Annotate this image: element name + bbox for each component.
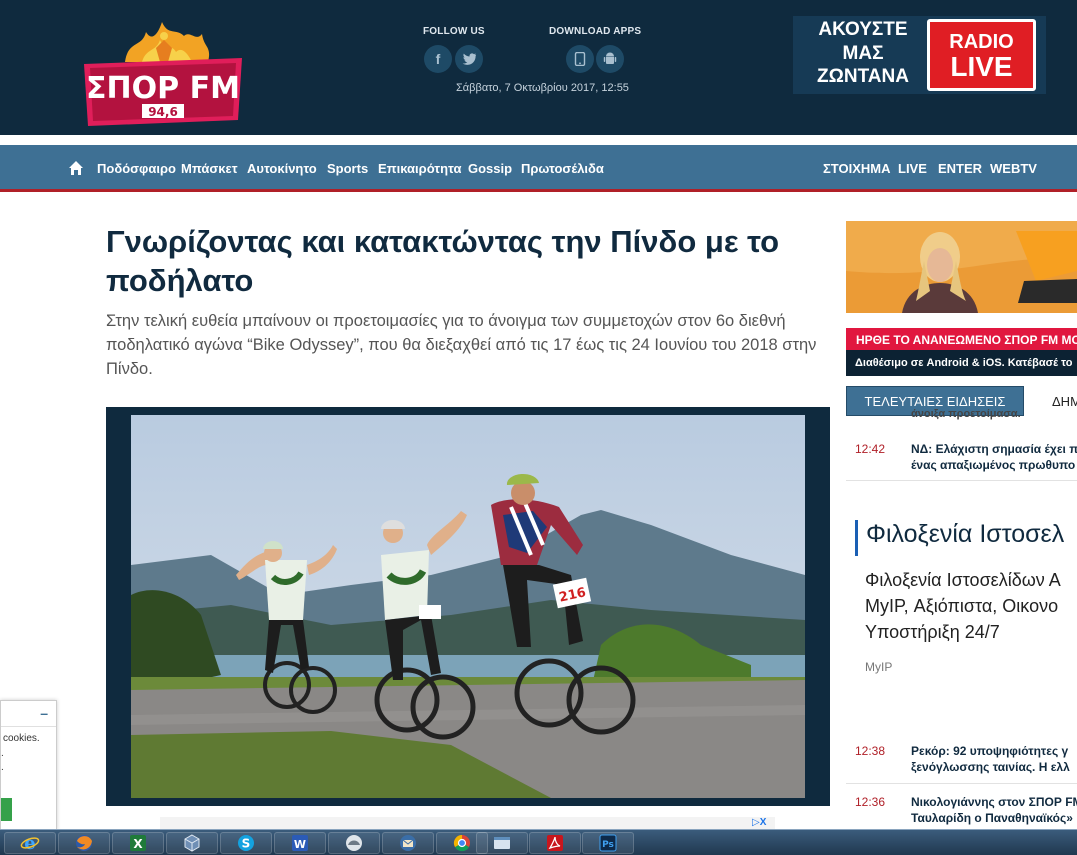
logo-flame bbox=[125, 22, 210, 62]
firefox-icon[interactable] bbox=[58, 832, 110, 854]
cookie-minimize-button[interactable]: – bbox=[40, 705, 48, 721]
follow-us-label: FOLLOW US bbox=[423, 26, 485, 37]
photoshop-letter: Ps bbox=[602, 840, 614, 850]
windows-taskbar: e X S W Ps bbox=[0, 829, 1077, 855]
apple-icon[interactable] bbox=[566, 45, 594, 73]
android-icon[interactable] bbox=[596, 45, 624, 73]
news-title-line-2: ένας απαξιωμένος πρωθυπο bbox=[911, 458, 1076, 472]
ad-source[interactable]: MyIP bbox=[865, 660, 892, 674]
ad-body-line-3: Υποστήριξη 24/7 bbox=[865, 622, 1000, 642]
main-nav: Ποδόσφαιρο Μπάσκετ Αυτοκίνητο Sports Επι… bbox=[0, 145, 1077, 192]
cookie-notice: – cookies. . . bbox=[0, 700, 57, 830]
cookie-header: – bbox=[1, 701, 56, 727]
news-title-line-1: ΝΔ: Ελάχιστη σημασία έχει π bbox=[911, 442, 1077, 456]
news-item[interactable]: 12:42 ΝΔ: Ελάχιστη σημασία έχει π ένας α… bbox=[846, 440, 1077, 478]
nav-item-news[interactable]: Επικαιρότητα bbox=[378, 161, 461, 176]
news-item-partial[interactable]: άνοιξα προετοίμασα. bbox=[846, 406, 1077, 420]
listen-live-line-2: ΜΑΣ bbox=[842, 42, 884, 64]
ad-close-icon[interactable]: ▷X bbox=[752, 817, 774, 829]
svg-text:S: S bbox=[242, 837, 251, 851]
twitter-icon[interactable] bbox=[455, 45, 483, 73]
ad-body-line-2: MyIP, Αξιόπιστα, Οικονο bbox=[865, 596, 1059, 616]
news-item[interactable]: 12:36 Νικολογιάννης στον ΣΠΟΡ FM Ταυλαρί… bbox=[846, 794, 1077, 828]
internet-explorer-icon[interactable]: e bbox=[4, 832, 56, 854]
current-datetime: Σάββατο, 7 Οκτωβρίου 2017, 12:55 bbox=[456, 82, 629, 94]
listen-live-text[interactable]: ΑΚΟΥΣΤΕ ΜΑΣ ΖΩΝΤΑΝΑ bbox=[813, 18, 913, 89]
thunderbird-icon[interactable] bbox=[382, 832, 434, 854]
logo-text: ΣΠΟΡ FM bbox=[86, 71, 240, 106]
listen-live-line-1: ΑΚΟΥΣΤΕ bbox=[818, 19, 908, 40]
app-promo-banner[interactable] bbox=[846, 221, 1077, 313]
ad-body[interactable]: Φιλοξενία Ιστοσελίδων Α MyIP, Αξιόπιστα,… bbox=[865, 567, 1077, 645]
news-title-line-1: Νικολογιάννης στον ΣΠΟΡ FM bbox=[911, 795, 1077, 809]
photoshop-icon[interactable]: Ps bbox=[582, 832, 634, 854]
nav-item-enter[interactable]: ENTER bbox=[938, 161, 982, 176]
logo-frequency: 94,6 bbox=[148, 105, 178, 119]
article-title: Γνωρίζοντας και κατακτώντας την Πίνδο με… bbox=[106, 224, 780, 298]
radio-live-button[interactable]: RADIO LIVE bbox=[927, 19, 1036, 91]
nav-item-webtv[interactable]: WEBTV bbox=[990, 161, 1037, 176]
skype-icon[interactable]: S bbox=[220, 832, 272, 854]
cookie-text-fragment: . bbox=[1, 748, 4, 759]
app-promo-sub[interactable]: Διαθέσιμο σε Android & iOS. Κατέβασέ το bbox=[846, 350, 1077, 376]
ad-title[interactable]: Φιλοξενία Ιστοσελ bbox=[855, 520, 1064, 556]
download-apps-label: DOWNLOAD APPS bbox=[549, 26, 642, 37]
news-time: 12:42 bbox=[855, 442, 886, 456]
nav-item-frontpages[interactable]: Πρωτοσέλιδα bbox=[521, 161, 604, 176]
word-icon[interactable]: W bbox=[274, 832, 326, 854]
article-lead: Στην τελική ευθεία μπαίνουν οι προετοιμα… bbox=[106, 312, 817, 378]
news-separator bbox=[846, 783, 1077, 784]
article-photo[interactable]: 216 bbox=[131, 415, 805, 798]
news-partial-text: άνοιξα προετοίμασα. bbox=[911, 408, 1021, 420]
app-icon[interactable] bbox=[328, 832, 380, 854]
facebook-icon[interactable]: f bbox=[424, 45, 452, 73]
nav-item-betting[interactable]: ΣΤΟΙΧΗΜΑ bbox=[823, 161, 891, 176]
ad-body-line-1: Φιλοξενία Ιστοσελίδων Α bbox=[865, 570, 1061, 590]
news-time: 12:36 bbox=[855, 795, 886, 809]
news-separator bbox=[846, 480, 1077, 481]
virtualbox-icon[interactable] bbox=[166, 832, 218, 854]
news-time: 12:38 bbox=[855, 744, 886, 758]
cookie-accept-button[interactable] bbox=[1, 798, 12, 821]
cookie-text-fragment: . bbox=[1, 762, 4, 773]
home-icon[interactable] bbox=[68, 160, 84, 176]
bottom-ad-banner[interactable] bbox=[160, 817, 775, 829]
nav-item-auto[interactable]: Αυτοκίνητο bbox=[247, 161, 317, 176]
app-promo-strip[interactable]: ΗΡΘΕ ΤΟ ΑΝΑΝΕΩΜΕΝΟ ΣΠΟΡ FM MO bbox=[846, 328, 1077, 350]
svg-text:e: e bbox=[24, 833, 35, 853]
nav-item-basketball[interactable]: Μπάσκετ bbox=[181, 161, 238, 176]
excel-icon[interactable]: X bbox=[112, 832, 164, 854]
news-title-line-1: Ρεκόρ: 92 υποψηφιότητες γ bbox=[911, 744, 1069, 758]
live-label: LIVE bbox=[950, 51, 1013, 82]
spor-fm-logo[interactable]: ΣΠΟΡ FM 94,6 bbox=[80, 18, 246, 128]
news-title-line-2: Ταυλαρίδη ο Παναθηναϊκός» bbox=[911, 811, 1073, 825]
news-item[interactable]: 12:38 Ρεκόρ: 92 υποψηφιότητες γ ξενόγλωσ… bbox=[846, 742, 1077, 780]
news-title-line-2: ξενόγλωσσης ταινίας. Η ελλ bbox=[911, 760, 1070, 774]
nav-item-football[interactable]: Ποδόσφαιρο bbox=[97, 161, 176, 176]
explorer-icon[interactable] bbox=[476, 832, 528, 854]
excel-letter: X bbox=[133, 837, 143, 851]
nav-item-live[interactable]: LIVE bbox=[898, 161, 927, 176]
nav-item-sports[interactable]: Sports bbox=[327, 161, 368, 176]
cookie-text: cookies. bbox=[3, 733, 40, 744]
word-letter: W bbox=[294, 838, 306, 851]
radio-label: RADIO bbox=[949, 31, 1014, 53]
nav-item-gossip[interactable]: Gossip bbox=[468, 161, 512, 176]
acrobat-icon[interactable] bbox=[529, 832, 581, 854]
listen-live-line-3: ΖΩΝΤΑΝΑ bbox=[817, 66, 909, 87]
